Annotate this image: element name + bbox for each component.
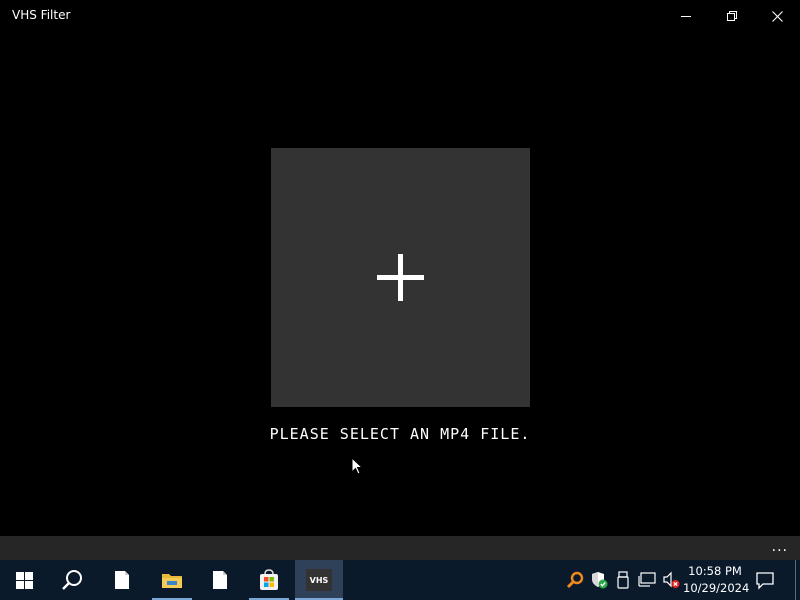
title-bar: VHS Filter [0, 0, 800, 32]
more-options-button[interactable]: ... [772, 538, 788, 556]
taskbar-clock[interactable]: 10:58 PM 10/29/2024 [683, 563, 750, 597]
taskbar: VHS 10:58 PM 10/29/2024 [0, 560, 800, 600]
start-button[interactable] [0, 560, 48, 600]
notification-icon [756, 572, 774, 590]
clock-date: 10/29/2024 [683, 581, 750, 595]
security-shield-icon [592, 572, 608, 589]
network-icon [638, 572, 656, 587]
show-desktop-button[interactable] [795, 560, 796, 600]
minimize-icon [681, 16, 691, 17]
plus-icon [376, 253, 424, 301]
store-icon [260, 569, 278, 590]
app-command-bar: ... [0, 536, 800, 560]
taskbar-file-explorer[interactable] [148, 560, 196, 600]
restore-button[interactable] [709, 0, 755, 32]
file-icon [115, 571, 129, 589]
taskbar-file-1[interactable] [98, 560, 146, 600]
tray-security[interactable] [590, 571, 608, 589]
tray-volume[interactable] [662, 571, 680, 589]
select-file-prompt: PLEASE SELECT AN MP4 FILE. [269, 425, 531, 443]
vhs-app-icon: VHS [306, 569, 332, 591]
usb-icon [617, 571, 629, 589]
file-icon [213, 571, 227, 589]
taskbar-file-2[interactable] [196, 560, 244, 600]
taskbar-vhs-filter[interactable]: VHS [295, 560, 343, 600]
vhs-app-label: VHS [309, 575, 329, 585]
taskbar-store[interactable] [245, 560, 293, 600]
close-button[interactable] [754, 0, 800, 32]
file-select-button[interactable] [271, 148, 530, 407]
tray-network[interactable] [638, 571, 656, 589]
search-button[interactable] [48, 560, 96, 600]
action-center-button[interactable] [755, 570, 777, 590]
close-icon [771, 10, 783, 22]
minimize-button[interactable] [663, 0, 709, 32]
search-tool-icon [566, 571, 584, 589]
tray-usb[interactable] [614, 571, 632, 589]
volume-muted-icon [663, 571, 680, 588]
clock-time: 10:58 PM [688, 564, 742, 578]
file-explorer-icon [162, 574, 182, 588]
window-title: VHS Filter [12, 8, 71, 22]
search-icon [62, 570, 82, 590]
tray-search-tool[interactable] [566, 571, 584, 589]
cursor-icon [351, 457, 363, 475]
windows-start-icon [15, 571, 33, 589]
maximize-icon [727, 11, 737, 21]
